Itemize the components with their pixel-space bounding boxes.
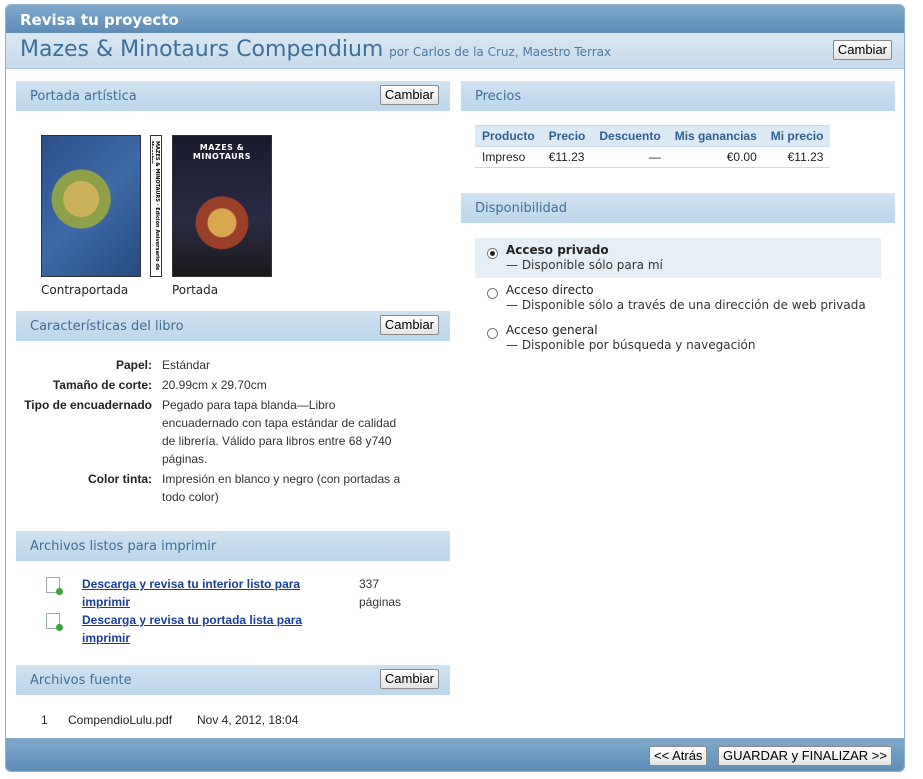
access-option-desc: — Disponible sólo a través de una direcc… [506, 298, 866, 312]
source-file-date: Nov 4, 2012, 18:04 [197, 713, 299, 727]
access-option-title: Acceso privado [506, 243, 609, 257]
back-cover-image [41, 135, 141, 277]
cover-section-title: Portada artística [30, 89, 137, 104]
radio-button[interactable] [487, 288, 498, 299]
spine-text: MAZES & MINOTAURS · Edición Aniversario … [152, 141, 160, 271]
spec-value: Impresión en blanco y negro (con portada… [162, 472, 401, 504]
radio-button[interactable] [487, 328, 498, 339]
spec-value: Pegado para tapa blanda—Libro encuaderna… [162, 398, 397, 466]
access-option-title: Acceso directo [506, 283, 594, 297]
prices-section-header: Precios [461, 81, 895, 111]
spec-row: Papel: Estándar [16, 355, 412, 375]
review-project-window: Revisa tu proyecto Mazes & Minotaurs Com… [5, 4, 905, 772]
price-col-header: Precio [541, 125, 593, 147]
footer-bar: << Atrás GUARDAR y FINALIZAR >> [6, 738, 904, 771]
print-files-section-title: Archivos listos para imprimir [30, 539, 217, 554]
spec-row: Color tinta: Impresión en blanco y negro… [16, 469, 412, 507]
source-file-name: CompendioLulu.pdf [68, 713, 173, 727]
source-file-index: 1 [41, 713, 48, 727]
print-files-section-header: Archivos listos para imprimir [16, 531, 450, 561]
availability-options: Acceso privado — Disponible sólo para mí… [461, 223, 895, 358]
save-finish-button[interactable]: GUARDAR y FINALIZAR >> [718, 746, 892, 766]
cover-section-header: Portada artística Cambiar [16, 81, 450, 111]
print-files-body: Descarga y revisa tu interior listo para… [16, 561, 450, 665]
access-option-direct[interactable]: Acceso directo — Disponible sólo a travé… [475, 278, 881, 318]
spec-label: Tamaño de corte: [52, 378, 152, 392]
change-source-button[interactable]: Cambiar [379, 669, 439, 689]
access-option-desc: — Disponible sólo para mí [506, 258, 663, 272]
front-cover-caption: Portada [172, 283, 219, 297]
price-col-header: Descuento [592, 125, 668, 147]
access-option-desc: — Disponible por búsqueda y navegación [506, 338, 756, 352]
cover-preview: MAZES & MINOTAURS · Edición Aniversario … [16, 111, 450, 311]
book-title: Mazes & Minotaurs Compendium [20, 37, 384, 62]
prices-body: Producto Precio Descuento Mis ganancias … [461, 125, 895, 193]
change-specs-button[interactable]: Cambiar [379, 315, 439, 335]
front-cover-title: MAZES & MINOTAURS [192, 143, 252, 161]
author-line: por Carlos de la Cruz, Maestro Terrax [389, 45, 612, 59]
download-interior-link[interactable]: Descarga y revisa tu interior listo para… [82, 575, 322, 611]
prices-header-row: Producto Precio Descuento Mis ganancias … [475, 125, 831, 147]
specs-table: Papel: Estándar Tamaño de corte: 20.99cm… [16, 355, 412, 507]
spec-row: Tamaño de corte: 20.99cm x 29.70cm [16, 375, 412, 395]
source-files-section-title: Archivos fuente [30, 673, 132, 688]
change-cover-button[interactable]: Cambiar [379, 85, 439, 105]
back-button[interactable]: << Atrás [649, 746, 708, 766]
source-files-section-header: Archivos fuente Cambiar [16, 665, 450, 695]
spec-label: Color tinta: [88, 472, 152, 486]
specs-section-header: Características del libro Cambiar [16, 311, 450, 341]
page-count: 337 páginas [359, 577, 402, 609]
back-cover-caption: Contraportada [41, 283, 129, 297]
access-option-title: Acceso general [506, 323, 598, 337]
price-col-header: Mis ganancias [667, 125, 764, 147]
price-col-header: Producto [475, 125, 542, 147]
spec-label: Tipo de encuadernado [24, 398, 152, 412]
prices-table: Producto Precio Descuento Mis ganancias … [475, 125, 831, 168]
pdf-download-icon [46, 577, 63, 595]
right-column: Precios Producto Precio Descuento Mis ga… [461, 81, 895, 358]
source-file-row: 1 CompendioLulu.pdf Nov 4, 2012, 18:04 [16, 695, 450, 739]
price-cell: — [592, 146, 668, 168]
spec-value: Estándar [162, 358, 211, 372]
spec-row: Tipo de encuadernado Pegado para tapa bl… [16, 395, 412, 469]
availability-section-header: Disponibilidad [461, 193, 895, 223]
spec-value: 20.99cm x 29.70cm [162, 378, 267, 392]
access-option-general[interactable]: Acceso general — Disponible por búsqueda… [475, 318, 881, 358]
left-column: Portada artística Cambiar MAZES & MINOTA… [16, 81, 450, 739]
spec-label: Papel: [115, 358, 152, 372]
availability-section-title: Disponibilidad [475, 201, 568, 216]
price-col-header: Mi precio [763, 125, 831, 147]
page-header: Revisa tu proyecto [6, 5, 904, 33]
price-cell: Impreso [475, 146, 542, 168]
download-cover-link[interactable]: Descarga y revisa tu portada lista para … [82, 611, 322, 647]
price-cell: €0.00 [667, 146, 764, 168]
page-title: Revisa tu proyecto [20, 11, 179, 29]
specs-body: Papel: Estándar Tamaño de corte: 20.99cm… [16, 355, 450, 531]
specs-section-title: Características del libro [30, 319, 184, 334]
pdf-download-icon [46, 613, 63, 631]
book-title-row: Mazes & Minotaurs Compendium por Carlos … [6, 33, 904, 69]
change-project-button[interactable]: Cambiar [832, 40, 892, 60]
table-row: Impreso €11.23 — €0.00 €11.23 [475, 146, 831, 168]
prices-section-title: Precios [475, 89, 522, 104]
radio-button-selected[interactable] [487, 248, 498, 259]
access-option-private[interactable]: Acceso privado — Disponible sólo para mí [475, 238, 881, 278]
price-cell: €11.23 [541, 146, 593, 168]
price-cell: €11.23 [763, 146, 831, 168]
